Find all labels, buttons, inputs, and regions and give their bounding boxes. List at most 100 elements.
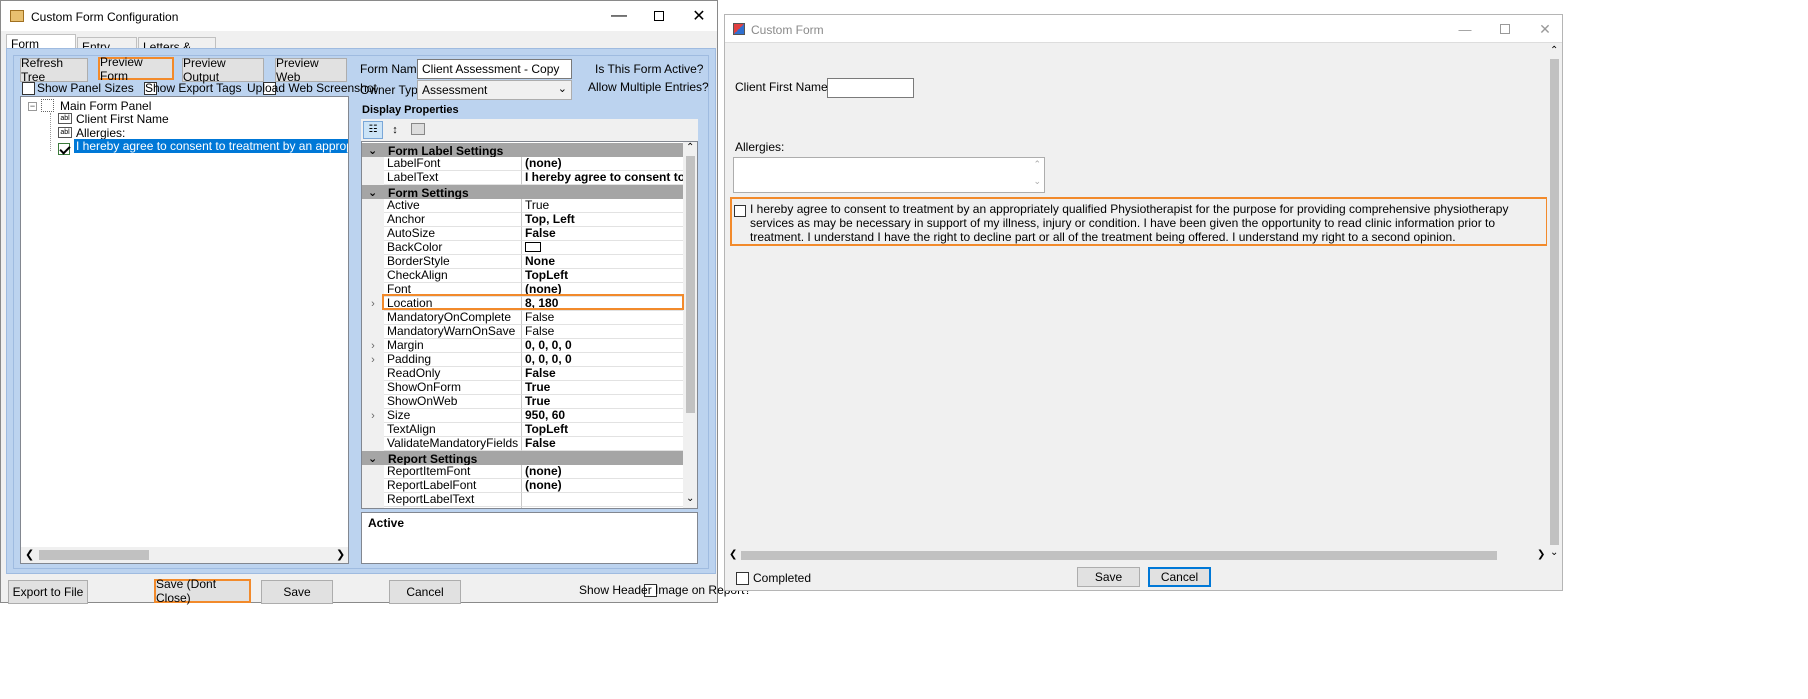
property-value[interactable]: TopLeft — [522, 269, 684, 283]
save-dont-close-button[interactable]: Save (Dont Close) — [154, 577, 251, 605]
property-value[interactable]: 0 — [522, 507, 684, 508]
property-value[interactable]: True — [522, 395, 684, 409]
scroll-down-icon[interactable]: ⌄ — [1550, 547, 1558, 558]
client-first-name-input[interactable] — [827, 78, 914, 98]
property-gutter[interactable]: › — [362, 339, 384, 353]
close-icon[interactable]: ✕ — [1530, 18, 1560, 40]
cancel-button[interactable]: Cancel — [389, 580, 461, 604]
property-gutter[interactable]: › — [362, 297, 384, 311]
form-cancel-button[interactable]: Cancel — [1148, 567, 1211, 587]
scroll-left-icon[interactable]: ❮ — [25, 548, 34, 561]
property-grid[interactable]: ⌄ Form Label Settings LabelFont (none) Label… — [361, 141, 698, 509]
property-value[interactable]: False — [522, 367, 684, 381]
property-grid-scrollbar[interactable]: ⌃ ⌄ — [683, 142, 697, 508]
owner-type-select[interactable]: Assessment ⌄ — [417, 80, 572, 100]
property-row[interactable]: Active True — [362, 199, 684, 213]
property-row[interactable]: ReportLabelFont (none) — [362, 479, 684, 493]
minimize-icon[interactable]: — — [1450, 18, 1480, 40]
scroll-thumb[interactable] — [686, 156, 695, 413]
save-button[interactable]: Save — [261, 580, 333, 604]
scroll-up-icon[interactable]: ⌃ — [1550, 45, 1558, 56]
form-tree[interactable]: − Main Form Panel abl Client First Name … — [20, 96, 349, 564]
property-pages-icon[interactable] — [411, 123, 425, 135]
property-row[interactable]: TextAlign TopLeft — [362, 423, 684, 437]
maximize-icon[interactable] — [1490, 18, 1520, 40]
scroll-thumb[interactable] — [741, 551, 1497, 560]
sort-alphabetical-icon[interactable]: ↕ — [385, 121, 405, 139]
property-row[interactable]: ShowOnWeb True — [362, 395, 684, 409]
scroll-up-icon[interactable]: ⌃ — [686, 142, 694, 153]
property-row[interactable]: LabelFont (none) — [362, 157, 684, 171]
property-value[interactable]: Top, Left — [522, 213, 684, 227]
form-vertical-scrollbar[interactable]: ⌃ ⌄ — [1547, 43, 1562, 561]
property-row[interactable]: ReportNumberingAl0 — [362, 507, 684, 508]
tree-scrollbar[interactable]: ❮ ❯ — [21, 547, 348, 563]
tree-root-label[interactable]: Main Form Panel — [60, 99, 151, 113]
property-value[interactable]: True — [522, 381, 684, 395]
form-horizontal-scrollbar[interactable]: ❮ ❯ — [725, 548, 1547, 563]
property-row[interactable]: ShowOnForm True — [362, 381, 684, 395]
property-value[interactable] — [522, 241, 684, 255]
property-row[interactable]: ValidateMandatoryFields False — [362, 437, 684, 451]
scroll-down-icon[interactable]: ⌄ — [1033, 176, 1041, 187]
property-value[interactable]: (none) — [522, 479, 684, 493]
consent-checkbox[interactable] — [734, 204, 746, 217]
property-value[interactable]: 950, 60 — [522, 409, 684, 423]
scroll-left-icon[interactable]: ❮ — [729, 549, 737, 560]
categorized-icon[interactable]: ☷ — [363, 121, 383, 139]
property-value[interactable]: False — [522, 325, 684, 339]
tree-item-selected[interactable]: I hereby agree to consent to treatment b… — [74, 139, 348, 153]
property-row[interactable]: MandatoryOnComplete False — [362, 311, 684, 325]
property-row[interactable]: › Padding 0, 0, 0, 0 — [362, 353, 684, 367]
scroll-down-icon[interactable]: ⌄ — [686, 493, 694, 504]
property-row[interactable]: › Margin 0, 0, 0, 0 — [362, 339, 684, 353]
property-row[interactable]: Anchor Top, Left — [362, 213, 684, 227]
export-to-file-button[interactable]: Export to File — [8, 580, 88, 604]
tree-item[interactable]: Allergies: — [76, 126, 125, 140]
preview-web-button[interactable]: Preview Web — [275, 56, 347, 84]
property-row[interactable]: ReportLabelText — [362, 493, 684, 507]
property-value[interactable] — [522, 493, 684, 507]
allergies-textarea[interactable]: ⌃ ⌄ — [733, 157, 1045, 193]
scroll-thumb[interactable] — [1550, 59, 1559, 545]
property-row[interactable]: LabelTextI hereby agree to consent to tr… — [362, 171, 684, 185]
refresh-tree-button[interactable]: Refresh Tree — [20, 56, 88, 84]
property-value[interactable]: 0, 0, 0, 0 — [522, 353, 684, 367]
minimize-icon[interactable]: — — [601, 5, 637, 27]
scroll-right-icon[interactable]: ❯ — [1537, 549, 1545, 560]
property-row[interactable]: CheckAlign TopLeft — [362, 269, 684, 283]
close-icon[interactable]: ✕ — [681, 5, 717, 27]
property-value[interactable]: (none) — [522, 157, 684, 171]
property-row[interactable]: AutoSize False — [362, 227, 684, 241]
property-gutter[interactable]: › — [362, 409, 384, 423]
property-row[interactable]: BackColor — [362, 241, 684, 255]
property-row[interactable]: BorderStyle None — [362, 255, 684, 269]
maximize-icon[interactable] — [641, 5, 677, 27]
preview-form-button[interactable]: Preview Form — [98, 55, 174, 83]
property-value[interactable]: I hereby agree to consent to trea — [522, 171, 684, 185]
property-row[interactable]: MandatoryWarnOnSave False — [362, 325, 684, 339]
property-value[interactable]: (none) — [522, 465, 684, 479]
property-value[interactable]: False — [522, 437, 684, 451]
scroll-up-icon[interactable]: ⌃ — [1033, 159, 1041, 170]
scroll-right-icon[interactable]: ❯ — [336, 548, 345, 561]
form-name-input[interactable]: Client Assessment - Copy — [417, 59, 572, 79]
completed-checkbox[interactable] — [736, 572, 749, 586]
property-gutter[interactable]: › — [362, 353, 384, 367]
property-row[interactable]: ReportItemFont (none) — [362, 465, 684, 479]
property-value[interactable]: False — [522, 311, 684, 325]
property-value[interactable]: False — [522, 227, 684, 241]
scroll-thumb[interactable] — [39, 550, 149, 560]
property-row[interactable]: › Size 950, 60 — [362, 409, 684, 423]
form-save-button[interactable]: Save — [1077, 567, 1140, 587]
show-panel-sizes-checkbox[interactable] — [22, 82, 35, 96]
tree-collapse-icon[interactable]: − — [28, 102, 37, 111]
property-value[interactable]: None — [522, 255, 684, 269]
consent-checkbox-field[interactable]: I hereby agree to consent to treatment b… — [730, 197, 1548, 246]
property-value[interactable]: True — [522, 199, 684, 213]
tree-item[interactable]: Client First Name — [76, 112, 169, 126]
preview-output-button[interactable]: Preview Output — [182, 56, 264, 84]
property-row[interactable]: ReadOnly False — [362, 367, 684, 381]
property-value[interactable]: TopLeft — [522, 423, 684, 437]
property-value[interactable]: 0, 0, 0, 0 — [522, 339, 684, 353]
